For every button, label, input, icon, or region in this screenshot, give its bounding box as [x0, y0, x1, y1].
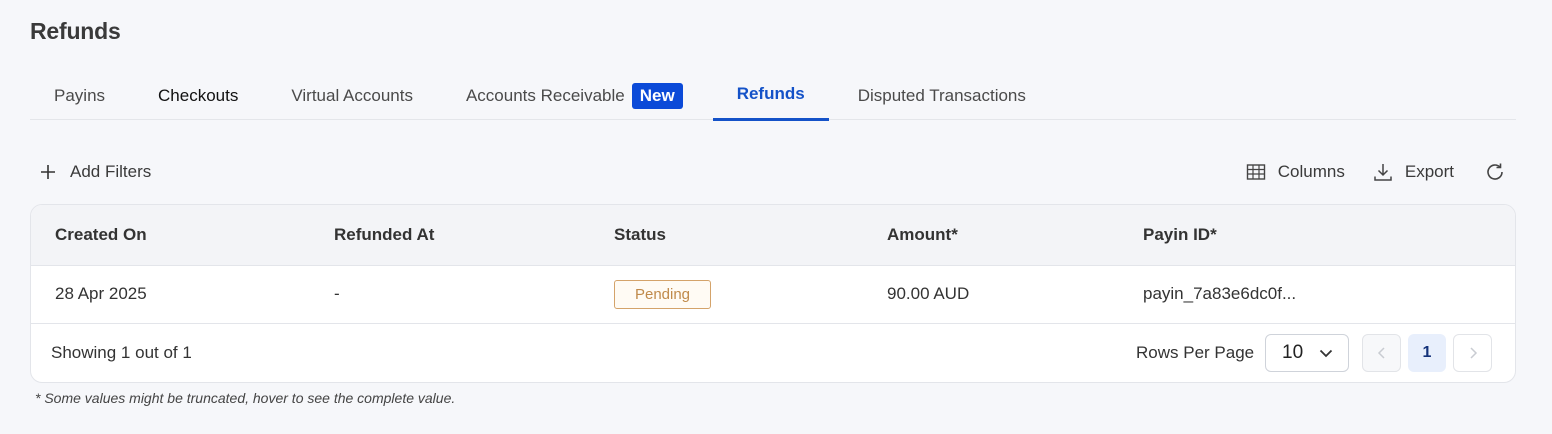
prev-page-button[interactable] — [1362, 334, 1401, 372]
tab-label: Refunds — [736, 84, 805, 103]
refresh-icon — [1484, 161, 1506, 183]
refunded-at-cell: - — [334, 284, 340, 303]
tab-label: Checkouts — [158, 86, 239, 105]
refunds-table: Created On Refunded At Status Amount* Pa… — [30, 204, 1516, 383]
export-label: Export — [1404, 162, 1454, 181]
tab-bar: Payins Checkouts Virtual Accounts Accoun… — [30, 72, 1516, 121]
tab-virtual-accounts[interactable]: Virtual Accounts — [262, 72, 437, 120]
add-filters-label: Add Filters — [70, 162, 152, 181]
column-header-amount[interactable]: Amount* — [887, 225, 958, 245]
page-title: Refunds — [30, 18, 121, 44]
chevron-left-icon — [1376, 346, 1388, 360]
payin-id-cell[interactable]: payin_7a83e6dc0f... — [1143, 284, 1296, 304]
tab-label: Accounts Receivable — [465, 86, 625, 105]
rows-per-page-label: Rows Per Page — [1136, 343, 1255, 362]
table-actions: Columns Export — [1246, 160, 1506, 184]
column-header-created-on[interactable]: Created On — [55, 225, 147, 245]
tab-checkouts[interactable]: Checkouts — [129, 72, 262, 120]
refresh-button[interactable] — [1484, 161, 1506, 183]
status-badge: Pending — [614, 280, 711, 309]
tab-refunds[interactable]: Refunds — [712, 72, 829, 121]
column-header-refunded-at[interactable]: Refunded At — [334, 225, 434, 245]
chevron-down-icon — [1318, 345, 1334, 361]
results-count: Showing 1 out of 1 — [51, 343, 192, 362]
table-row[interactable]: 28 Apr 2025 - Pending 90.00 AUD payin_7a… — [31, 266, 1515, 324]
table-grid-icon — [1246, 163, 1266, 181]
next-page-button[interactable] — [1453, 334, 1492, 372]
tab-label: Virtual Accounts — [291, 86, 413, 105]
chevron-right-icon — [1467, 346, 1479, 360]
created-on-cell: 28 Apr 2025 — [55, 284, 147, 303]
add-filters-button[interactable]: Add Filters — [38, 160, 151, 184]
table-footer: Showing 1 out of 1 Rows Per Page 10 1 — [31, 324, 1515, 382]
download-icon — [1373, 162, 1393, 182]
rows-per-page-select[interactable]: 10 — [1265, 334, 1349, 372]
columns-label: Columns — [1277, 162, 1345, 181]
tab-payins[interactable]: Payins — [30, 72, 129, 120]
tab-accounts-receivable[interactable]: Accounts Receivable New — [437, 72, 707, 120]
table-header: Created On Refunded At Status Amount* Pa… — [31, 205, 1515, 266]
new-badge: New — [631, 83, 683, 109]
page-button-current[interactable]: 1 — [1408, 334, 1446, 372]
plus-icon — [38, 162, 58, 182]
amount-cell: 90.00 AUD — [887, 284, 970, 303]
tab-label: Disputed Transactions — [857, 86, 1026, 105]
tab-disputed-transactions[interactable]: Disputed Transactions — [829, 72, 1050, 120]
export-button[interactable]: Export — [1373, 162, 1454, 182]
columns-button[interactable]: Columns — [1246, 162, 1345, 182]
column-header-payin-id[interactable]: Payin ID* — [1143, 225, 1217, 245]
truncation-footnote: * Some values might be truncated, hover … — [35, 390, 456, 406]
tab-label: Payins — [54, 86, 106, 105]
rows-per-page-value: 10 — [1282, 342, 1304, 363]
column-header-status[interactable]: Status — [614, 225, 666, 245]
